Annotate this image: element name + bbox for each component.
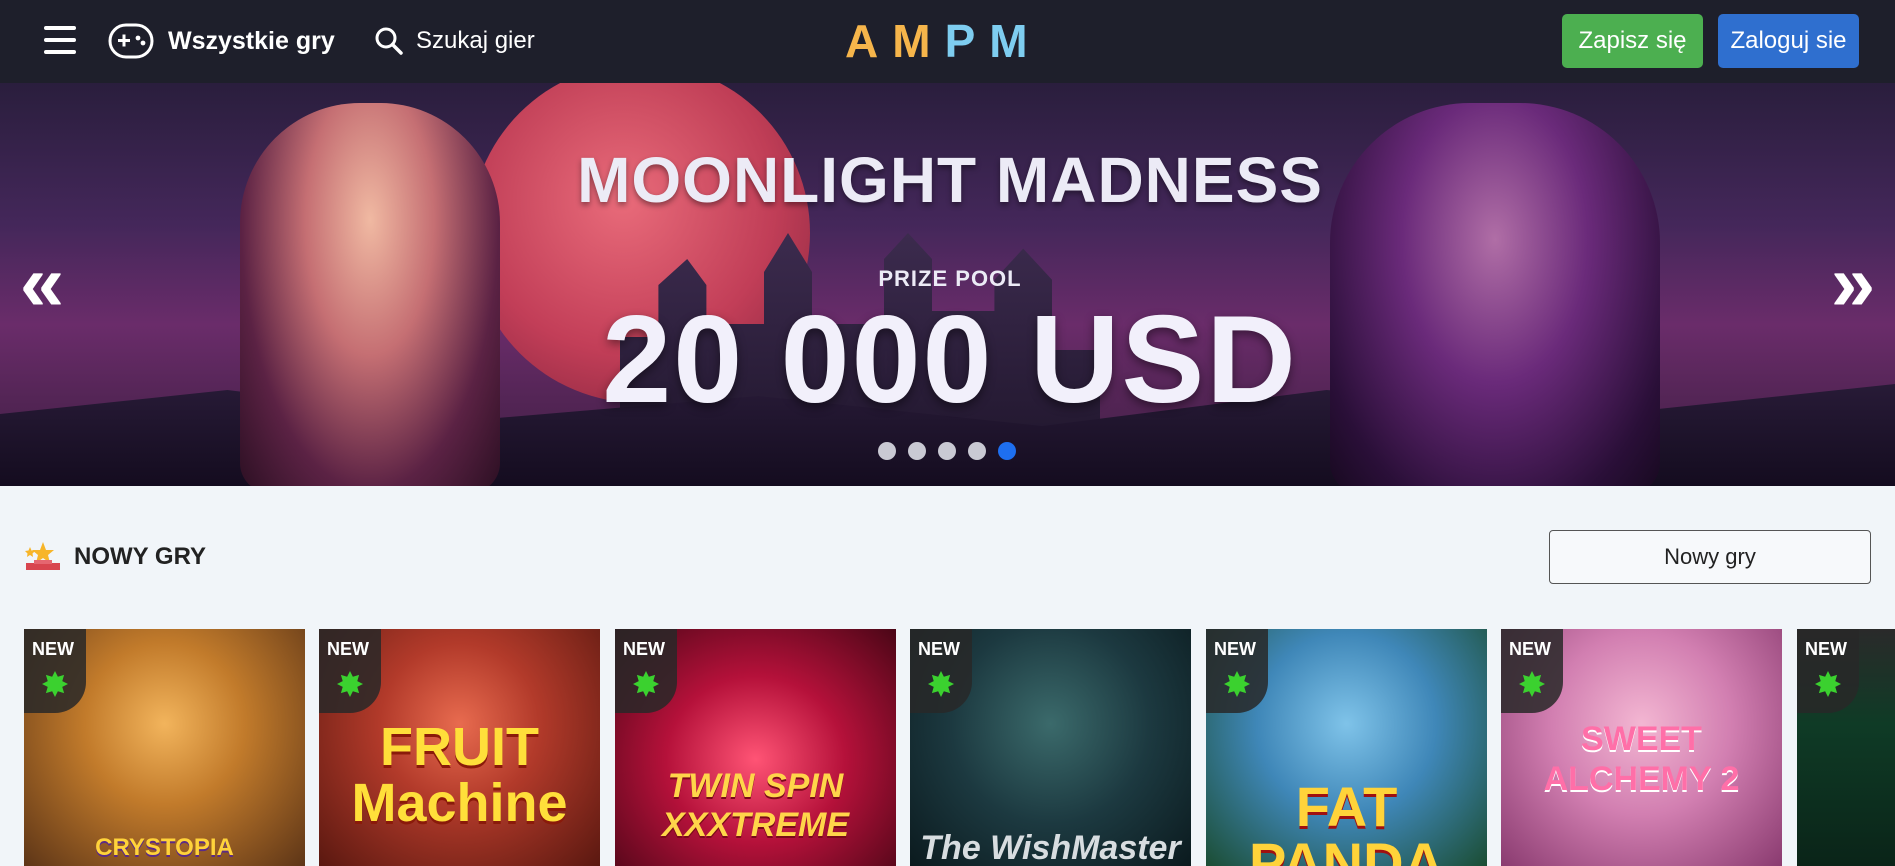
carousel-dots	[878, 442, 1016, 460]
new-badge-label: NEW	[918, 639, 960, 659]
carousel-dot-1[interactable]	[878, 442, 896, 460]
game-title: GI	[1797, 834, 1895, 866]
carousel-dot-4[interactable]	[968, 442, 986, 460]
carousel-dot-5[interactable]	[998, 442, 1016, 460]
badge-star-icon	[337, 671, 363, 697]
game-card[interactable]: NEW FRUIT Machine	[319, 629, 600, 866]
game-card[interactable]: NEW TWIN SPIN XXXTREME	[615, 629, 896, 866]
new-badge-label: NEW	[32, 639, 74, 659]
new-badge-label: NEW	[327, 639, 369, 659]
new-badge-label: NEW	[623, 639, 665, 659]
double-chevron-left-icon[interactable]: «	[12, 243, 72, 323]
new-games-button[interactable]: Nowy gry	[1549, 530, 1871, 584]
logo-letter-1: A	[845, 15, 893, 67]
promo-banner[interactable]: MOONLIGHT MADNESS PRIZE POOL 20 000 USD …	[0, 83, 1895, 486]
new-badge: NEW	[615, 629, 677, 713]
all-games-label: Wszystkie gry	[168, 26, 335, 55]
new-badge: NEW	[910, 629, 972, 713]
badge-star-icon	[928, 671, 954, 697]
top-header: Wszystkie gry Szukaj gier A M P M Zapisz…	[0, 0, 1895, 83]
game-title: FRUIT Machine	[351, 717, 568, 833]
search-games-button[interactable]: Szukaj gier	[374, 18, 535, 64]
game-card[interactable]: NEW FAT PANDA	[1206, 629, 1487, 866]
game-title: TWIN SPIN XXXTREME	[661, 767, 850, 844]
new-badge: NEW	[24, 629, 86, 713]
badge-star-icon	[633, 671, 659, 697]
carousel-dot-2[interactable]	[908, 442, 926, 460]
badge-star-icon	[1519, 671, 1545, 697]
game-card[interactable]: NEW SWEET ALCHEMY 2	[1501, 629, 1782, 866]
new-badge: NEW	[1206, 629, 1268, 713]
game-title: FAT PANDA	[1249, 775, 1444, 866]
banner-prize-amount: 20 000 USD	[602, 291, 1298, 429]
game-card[interactable]: NEW CRYSTOPIA	[24, 629, 305, 866]
banner-title: MOONLIGHT MADNESS	[577, 144, 1323, 216]
badge-star-icon	[1224, 671, 1250, 697]
badge-star-icon	[42, 671, 68, 697]
new-badge: NEW	[1797, 629, 1859, 713]
new-badge: NEW	[1501, 629, 1563, 713]
hamburger-menu-icon[interactable]	[44, 24, 76, 56]
new-badge: NEW	[319, 629, 381, 713]
badge-star-icon	[1815, 671, 1841, 697]
new-badge-label: NEW	[1805, 639, 1847, 659]
game-title: SWEET ALCHEMY 2	[1543, 720, 1740, 798]
all-games-link[interactable]: Wszystkie gry	[108, 18, 335, 64]
signup-button[interactable]: Zapisz się	[1562, 14, 1703, 68]
search-icon	[375, 27, 403, 55]
stars-podium-icon	[25, 542, 60, 570]
search-label: Szukaj gier	[416, 27, 535, 54]
game-card[interactable]: NEW GI	[1797, 629, 1895, 866]
gamepad-icon	[108, 23, 154, 59]
game-card[interactable]: NEW The WishMaster	[910, 629, 1191, 866]
double-chevron-right-icon[interactable]: »	[1823, 243, 1883, 323]
logo-letter-4: M	[989, 15, 1042, 67]
game-title: CRYSTOPIA	[95, 834, 234, 861]
login-button[interactable]: Zaloguj sie	[1718, 14, 1859, 68]
carousel-dot-3[interactable]	[938, 442, 956, 460]
new-badge-label: NEW	[1509, 639, 1551, 659]
logo-letter-2: M	[892, 15, 945, 67]
game-title: The WishMaster	[920, 829, 1181, 866]
site-logo[interactable]: A M P M	[845, 14, 1042, 68]
logo-letter-3: P	[944, 15, 990, 67]
new-badge-label: NEW	[1214, 639, 1256, 659]
section-title: NOWY GRY	[74, 543, 207, 570]
